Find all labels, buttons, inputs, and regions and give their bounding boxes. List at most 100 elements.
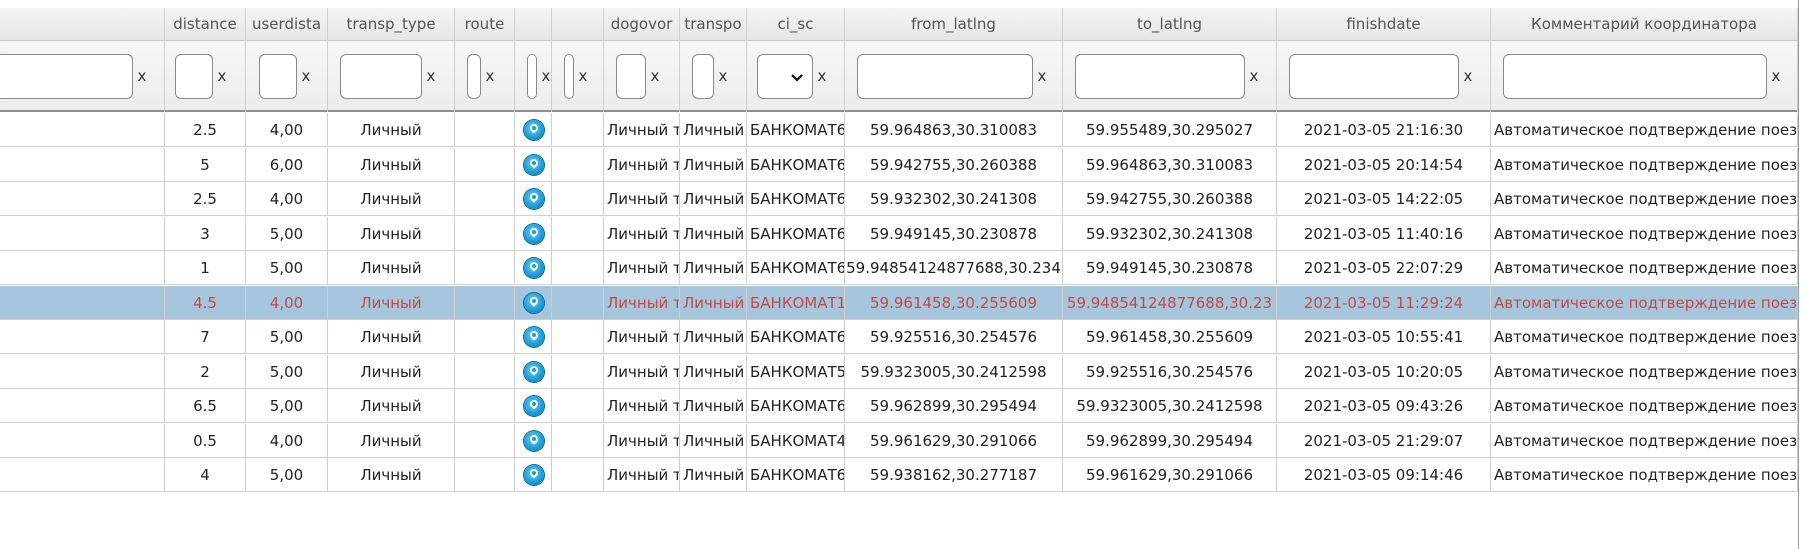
column-header-blank[interactable] xyxy=(552,8,604,41)
transp_type-filter-input[interactable] xyxy=(340,54,422,99)
cell-dogovor: Личный т xyxy=(604,354,680,389)
column-header-distance[interactable]: distance xyxy=(165,8,246,41)
table-row[interactable]: 1 5,00 Личный Личный т Личный БАНКОМАТ6 59.948… xyxy=(0,251,1798,285)
cell-comment: Автоматическое подтверждение поезд xyxy=(1491,320,1798,354)
map-marker-icon[interactable] xyxy=(523,154,544,175)
cell-pin[interactable] xyxy=(515,216,552,251)
table-row[interactable]: 0.5 4,00 Личный Личный т Личный БАНКОМАТ4 59.9… xyxy=(0,423,1798,458)
map-marker-icon[interactable] xyxy=(523,223,544,244)
column-header-finishdate[interactable]: finishdate xyxy=(1277,8,1491,41)
blank-filter-clear-button[interactable]: x xyxy=(577,41,589,112)
table-row[interactable]: 6.5 5,00 Личный Личный т Личный БАНКОМАТ6 59.9… xyxy=(0,389,1798,423)
map-marker-icon[interactable] xyxy=(523,327,544,347)
map-marker-icon[interactable] xyxy=(523,189,544,209)
userdist-filter-clear-button[interactable]: x xyxy=(300,41,312,112)
column-header-transp_type[interactable]: transp_type xyxy=(328,8,455,41)
from_latlng-filter-clear-button[interactable]: x xyxy=(1036,41,1048,112)
cell-finishdate: 2021-03-05 09:14:46 xyxy=(1277,458,1491,492)
to_latlng-filter-clear-button[interactable]: x xyxy=(1248,41,1260,112)
map-marker-icon[interactable] xyxy=(523,292,544,313)
cell-pin[interactable] xyxy=(515,389,552,423)
table-row[interactable]: 3 5,00 Личный Личный т Личный БАНКОМАТ6 59.949… xyxy=(0,216,1798,251)
map-marker-icon[interactable] xyxy=(523,120,544,140)
route-filter-clear-button[interactable]: x xyxy=(484,41,496,112)
column-header-route[interactable]: route xyxy=(455,8,515,41)
column-header-comment[interactable]: Комментарий координатора xyxy=(1491,8,1798,41)
c0-filter-input[interactable] xyxy=(0,54,133,99)
cell-pin[interactable] xyxy=(515,182,552,216)
c0-filter-clear-button[interactable]: x xyxy=(136,41,148,112)
cell-pin[interactable] xyxy=(515,251,552,285)
to_latlng-filter-input[interactable] xyxy=(1075,54,1245,99)
userdist-filter-input[interactable] xyxy=(259,54,297,99)
cell-dogovor: Личный т xyxy=(604,423,680,458)
cell-to: 59.962899,30.295494 xyxy=(1063,423,1277,458)
cell-transp_type: Личный xyxy=(328,147,455,182)
transp-filter-clear-button[interactable]: x xyxy=(717,41,729,112)
cell-to: 59.961458,30.255609 xyxy=(1063,320,1277,354)
column-header-userdist[interactable]: userdista xyxy=(246,8,328,41)
grid-scrollbar-edge xyxy=(1798,0,1805,549)
distance-filter-clear-button[interactable]: x xyxy=(216,41,228,112)
dogovor-filter-input[interactable] xyxy=(616,54,646,99)
blank-filter-input[interactable] xyxy=(564,54,574,99)
column-header-from_latlng[interactable]: from_latlng xyxy=(845,8,1063,41)
column-header-dogovor[interactable]: dogovor xyxy=(604,8,680,41)
column-header-transp[interactable]: transpo xyxy=(680,8,747,41)
distance-filter-input[interactable] xyxy=(175,54,213,99)
cell-blank xyxy=(552,389,604,423)
cell-pin[interactable] xyxy=(515,113,552,147)
transp-filter-input[interactable] xyxy=(692,54,714,99)
table-row[interactable]: 2 5,00 Личный Личный т Личный БАНКОМАТ5 59.932… xyxy=(0,354,1798,389)
map-marker-icon[interactable] xyxy=(523,396,544,416)
cell-pin[interactable] xyxy=(515,354,552,389)
filter-cell-transp_type: x xyxy=(328,41,455,112)
dogovor-filter-clear-button[interactable]: x xyxy=(649,41,661,112)
route-filter-input[interactable] xyxy=(467,54,481,99)
table-row[interactable]: 4 5,00 Личный Личный т Личный БАНКОМАТ6 59.938… xyxy=(0,458,1798,492)
column-header-c0[interactable] xyxy=(5,8,165,41)
cell-blank xyxy=(552,182,604,216)
pin-filter-input[interactable] xyxy=(527,54,537,99)
map-marker-icon[interactable] xyxy=(523,430,544,451)
cell-pin[interactable] xyxy=(515,423,552,458)
cell-dogovor: Личный т xyxy=(604,182,680,216)
finishdate-filter-clear-button[interactable]: x xyxy=(1462,41,1474,112)
table-row[interactable]: 7 5,00 Личный Личный т Личный БАНКОМАТ6 59.925… xyxy=(0,320,1798,354)
comment-filter-input[interactable] xyxy=(1503,54,1767,99)
ci-sc-filter-select[interactable] xyxy=(757,54,813,99)
cell-pin[interactable] xyxy=(515,285,552,320)
cell-to: 59.932302,30.241308 xyxy=(1063,216,1277,251)
column-header-pin[interactable] xyxy=(515,8,552,41)
cell-c0 xyxy=(5,216,165,251)
cell-pin[interactable] xyxy=(515,320,552,354)
column-header-ci_sc[interactable]: ci_sc xyxy=(747,8,845,41)
comment-filter-clear-button[interactable]: x xyxy=(1770,41,1782,112)
map-marker-icon[interactable] xyxy=(523,361,544,382)
cell-userdist: 6,00 xyxy=(246,147,328,182)
cell-pin[interactable] xyxy=(515,147,552,182)
column-header-to_latlng[interactable]: to_latlng xyxy=(1063,8,1277,41)
cell-distance: 6.5 xyxy=(165,389,246,423)
table-row[interactable]: 2.5 4,00 Личный Личный т Личный БАНКОМАТ6 59.9… xyxy=(0,113,1798,147)
map-marker-icon[interactable] xyxy=(523,258,544,278)
cell-to: 59.949145,30.230878 xyxy=(1063,251,1277,285)
table-row[interactable]: 4.5 4,00 Личный Личный т Личный БАНКОМАТ1 59.9… xyxy=(0,285,1798,320)
finishdate-filter-input[interactable] xyxy=(1289,54,1459,99)
table-row[interactable]: 2.5 4,00 Личный Личный т Личный БАНКОМАТ6 59.9… xyxy=(0,182,1798,216)
map-marker-icon[interactable] xyxy=(523,465,544,485)
cell-transp: Личный xyxy=(680,285,747,320)
ci_sc-filter-clear-button[interactable]: x xyxy=(816,41,828,112)
pin-filter-clear-button[interactable]: x xyxy=(540,41,552,112)
cell-userdist: 5,00 xyxy=(246,389,328,423)
cell-transp_type: Личный xyxy=(328,423,455,458)
cell-from: 59.961458,30.255609 xyxy=(845,285,1063,320)
transp_type-filter-clear-button[interactable]: x xyxy=(425,41,437,112)
cell-finishdate: 2021-03-05 10:20:05 xyxy=(1277,354,1491,389)
cell-comment: Автоматическое подтверждение поезд xyxy=(1491,458,1798,492)
cell-pin[interactable] xyxy=(515,458,552,492)
table-row[interactable]: 5 6,00 Личный Личный т Личный БАНКОМАТ6 59.942… xyxy=(0,147,1798,182)
cell-ci_sc: БАНКОМАТ6 xyxy=(747,113,845,147)
from_latlng-filter-input[interactable] xyxy=(857,54,1033,99)
cell-ci_sc: БАНКОМАТ6 xyxy=(747,251,845,285)
